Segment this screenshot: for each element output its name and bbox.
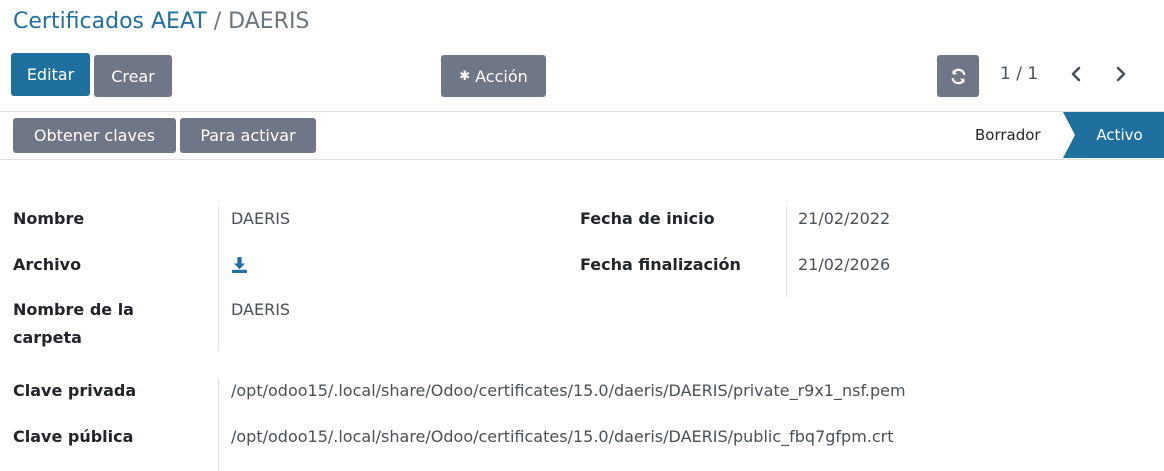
field-divider bbox=[218, 378, 219, 471]
folder-name-label: Nombre de la carpeta bbox=[13, 300, 134, 347]
name-value: DAERIS bbox=[231, 209, 291, 228]
gear-icon: ✱ bbox=[459, 68, 471, 84]
obtain-keys-button[interactable]: Obtener claves bbox=[13, 118, 176, 153]
field-divider bbox=[786, 206, 787, 297]
public-key-label: Clave pública bbox=[13, 427, 134, 446]
chevron-left-icon[interactable] bbox=[1067, 62, 1085, 86]
end-date-value: 21/02/2026 bbox=[798, 255, 891, 274]
chevron-right-icon[interactable] bbox=[1112, 62, 1130, 86]
status-stage-draft[interactable]: Borrador bbox=[975, 126, 1041, 144]
file-label: Archivo bbox=[13, 255, 82, 274]
start-date-value: 21/02/2022 bbox=[798, 209, 891, 228]
end-date-label: Fecha finalización bbox=[580, 255, 741, 274]
action-button[interactable]: ✱ Acción bbox=[441, 55, 546, 97]
breadcrumb-parent-link[interactable]: Certificados AEAT bbox=[13, 9, 207, 34]
breadcrumb-separator: / bbox=[213, 9, 222, 34]
start-date-label: Fecha de inicio bbox=[580, 209, 715, 228]
divider bbox=[0, 111, 1164, 112]
download-icon[interactable] bbox=[231, 256, 248, 273]
folder-name-value: DAERIS bbox=[231, 300, 291, 319]
private-key-label: Clave privada bbox=[13, 381, 137, 400]
field-divider bbox=[218, 206, 219, 351]
pager-value[interactable]: 1 / 1 bbox=[1000, 64, 1038, 84]
create-button[interactable]: Crear bbox=[94, 55, 172, 97]
action-button-label: Acción bbox=[475, 66, 528, 86]
reload-button[interactable] bbox=[937, 55, 979, 97]
divider bbox=[0, 159, 1164, 160]
name-label: Nombre bbox=[13, 209, 85, 228]
breadcrumb-current: DAERIS bbox=[228, 9, 310, 34]
breadcrumb: Certificados AEAT / DAERIS bbox=[13, 9, 309, 34]
public-key-value: /opt/odoo15/.local/share/Odoo/certificat… bbox=[231, 427, 894, 446]
edit-button[interactable]: Editar bbox=[11, 53, 90, 96]
status-stage-active[interactable]: Activo bbox=[1063, 112, 1164, 158]
private-key-value: /opt/odoo15/.local/share/Odoo/certificat… bbox=[231, 381, 906, 400]
to-activate-button[interactable]: Para activar bbox=[180, 118, 316, 153]
refresh-icon bbox=[950, 68, 966, 84]
